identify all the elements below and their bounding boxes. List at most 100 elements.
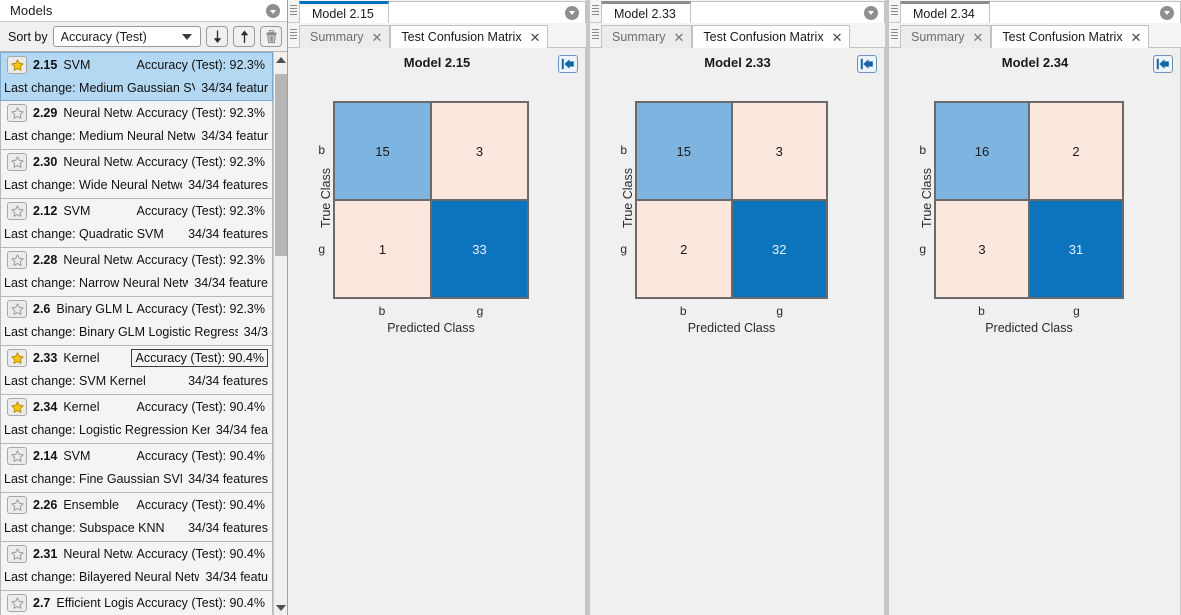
favorite-star-button[interactable] bbox=[7, 349, 27, 367]
model-accuracy: Accuracy (Test): 92.3% bbox=[136, 204, 265, 218]
document-tab[interactable]: Model 2.34 bbox=[900, 1, 990, 23]
confusion-cell: 31 bbox=[1029, 200, 1123, 298]
tab-summary[interactable]: Summary ✕ bbox=[299, 25, 391, 48]
models-list-scrollbar[interactable] bbox=[273, 52, 287, 615]
chevron-down-circle-icon[interactable] bbox=[864, 5, 878, 20]
delete-model-button[interactable] bbox=[260, 26, 282, 47]
model-type: Neural Netw... bbox=[63, 547, 133, 561]
confusion-cell: 1 bbox=[334, 200, 431, 298]
y-tick-label: g bbox=[620, 241, 627, 256]
star-icon bbox=[10, 548, 24, 560]
favorite-star-button[interactable] bbox=[7, 398, 27, 416]
y-tick-label: g bbox=[318, 241, 325, 256]
drag-grip-icon[interactable] bbox=[288, 22, 299, 47]
sort-ascending-button[interactable] bbox=[233, 26, 255, 47]
model-type: SVM bbox=[63, 204, 91, 218]
model-feature-count: 34/34 features bbox=[188, 227, 268, 241]
chevron-down-circle-icon[interactable] bbox=[1160, 5, 1174, 20]
star-icon bbox=[10, 205, 24, 217]
star-icon bbox=[10, 107, 24, 119]
model-feature-count: 34/3 bbox=[243, 325, 268, 339]
model-card[interactable]: 2.26 Ensemble Accuracy (Test): 90.4% Last c… bbox=[0, 493, 273, 542]
favorite-star-button[interactable] bbox=[7, 56, 27, 74]
model-card[interactable]: 2.34 Kernel Accuracy (Test): 90.4% Last cha… bbox=[0, 395, 273, 444]
close-icon[interactable]: ✕ bbox=[830, 31, 845, 44]
model-card[interactable]: 2.31 Neural Netw...Accuracy (Test): 90.4%… bbox=[0, 542, 273, 591]
favorite-star-button[interactable] bbox=[7, 202, 27, 220]
drag-grip-icon[interactable] bbox=[590, 0, 601, 22]
sort-descending-button[interactable] bbox=[206, 26, 228, 47]
model-feature-count: 34/34 features bbox=[188, 178, 268, 192]
tab-test-confusion-matrix[interactable]: Test Confusion Matrix ✕ bbox=[390, 25, 549, 48]
tab-test-confusion-matrix[interactable]: Test Confusion Matrix ✕ bbox=[692, 25, 851, 48]
drag-grip-icon[interactable] bbox=[590, 22, 601, 47]
tab-test-confusion-matrix[interactable]: Test Confusion Matrix ✕ bbox=[991, 25, 1150, 48]
favorite-star-button[interactable] bbox=[7, 594, 27, 612]
confusion-cell: 32 bbox=[731, 200, 827, 298]
model-number: 2.29 bbox=[33, 106, 58, 120]
model-card-header: 2.26 Ensemble Accuracy (Test): 90.4% bbox=[1, 493, 272, 517]
scroll-down-button[interactable] bbox=[274, 600, 287, 615]
model-card[interactable]: 2.6 Binary GLM L...Accuracy (Test): 92.3%… bbox=[0, 297, 273, 346]
model-card[interactable]: 2.29 Neural Netw...Accuracy (Test): 92.3%… bbox=[0, 101, 273, 150]
drag-grip-icon[interactable] bbox=[889, 22, 900, 47]
model-card[interactable]: 2.14 SVM Accuracy (Test): 90.4% Last change… bbox=[0, 444, 273, 493]
document-tab[interactable]: Model 2.33 bbox=[601, 1, 691, 23]
document-tab[interactable]: Model 2.15 bbox=[299, 1, 389, 23]
chevron-down-circle-icon[interactable] bbox=[565, 5, 579, 20]
model-last-change: Last change: Medium Neural Network bbox=[4, 129, 196, 143]
close-icon[interactable]: ✕ bbox=[671, 31, 686, 44]
y-axis-label: True Class bbox=[621, 168, 635, 228]
models-panel-title: Models bbox=[10, 3, 53, 18]
models-panel: Models Sort by Accuracy (Test) 2.15 SVM … bbox=[0, 0, 288, 615]
favorite-star-button[interactable] bbox=[7, 545, 27, 563]
favorite-star-button[interactable] bbox=[7, 447, 27, 465]
model-card[interactable]: 2.30 Neural Netw...Accuracy (Test): 92.3%… bbox=[0, 150, 273, 199]
close-icon[interactable]: ✕ bbox=[528, 31, 543, 44]
model-number: 2.28 bbox=[33, 253, 58, 267]
model-card-subline: Last change: Binary GLM Logistic Regress… bbox=[1, 321, 272, 343]
chevron-down-circle-icon bbox=[266, 4, 280, 18]
favorite-star-button[interactable] bbox=[7, 104, 27, 122]
chevron-down-icon bbox=[182, 33, 192, 40]
model-feature-count: 34/34 features bbox=[188, 374, 268, 388]
model-type: Neural Netw... bbox=[63, 253, 133, 267]
model-type: Kernel bbox=[63, 351, 100, 365]
scrollbar-thumb[interactable] bbox=[275, 74, 287, 256]
drag-grip-icon[interactable] bbox=[889, 0, 900, 22]
models-sort-toolbar: Sort by Accuracy (Test) bbox=[0, 22, 287, 52]
scroll-down-arrow-icon bbox=[276, 604, 286, 611]
scroll-up-button[interactable] bbox=[274, 52, 287, 67]
model-card[interactable]: 2.33 Kernel Accuracy (Test): 90.4% Last cha… bbox=[0, 346, 273, 395]
close-icon[interactable]: ✕ bbox=[1129, 31, 1144, 44]
favorite-star-button[interactable] bbox=[7, 496, 27, 514]
favorite-star-button[interactable] bbox=[7, 153, 27, 171]
confusion-cell: 3 bbox=[935, 200, 1029, 298]
model-type: Efficient Logis... bbox=[56, 596, 134, 610]
view-tab-bar: Summary ✕ Test Confusion Matrix ✕ bbox=[889, 23, 1181, 48]
model-card[interactable]: 2.7 Efficient Logis...Accuracy (Test): 90… bbox=[0, 591, 273, 615]
document-tab-group: Model 2.33 Summary ✕ Test Confusion Matrix ✕… bbox=[590, 0, 885, 615]
drag-grip-icon[interactable] bbox=[288, 0, 299, 22]
tab-summary[interactable]: Summary ✕ bbox=[900, 25, 992, 48]
model-card[interactable]: 2.12 SVM Accuracy (Test): 92.3% Last change… bbox=[0, 199, 273, 248]
model-accuracy: Accuracy (Test): 92.3% bbox=[136, 253, 265, 267]
tab-summary[interactable]: Summary ✕ bbox=[601, 25, 693, 48]
model-accuracy: Accuracy (Test): 92.3% bbox=[136, 302, 265, 316]
y-axis-label: True Class bbox=[319, 168, 333, 228]
models-panel-menu-button[interactable] bbox=[265, 3, 281, 19]
models-list[interactable]: 2.15 SVM Accuracy (Test): 92.3% Last change… bbox=[0, 52, 273, 615]
confusion-cell: 3 bbox=[431, 102, 528, 200]
close-icon[interactable]: ✕ bbox=[970, 31, 985, 44]
model-card[interactable]: 2.15 SVM Accuracy (Test): 92.3% Last change… bbox=[0, 52, 273, 101]
sort-by-select[interactable]: Accuracy (Test) bbox=[52, 26, 201, 47]
model-last-change: Last change: Bilayered Neural Network bbox=[4, 570, 200, 584]
favorite-star-button[interactable] bbox=[7, 251, 27, 269]
model-number: 2.31 bbox=[33, 547, 58, 561]
models-panel-title-bar: Models bbox=[0, 0, 287, 22]
close-icon[interactable]: ✕ bbox=[369, 31, 384, 44]
model-number: 2.14 bbox=[33, 449, 58, 463]
chart-title: Model 2.33 bbox=[704, 55, 771, 70]
favorite-star-button[interactable] bbox=[7, 300, 27, 318]
model-card[interactable]: 2.28 Neural Netw...Accuracy (Test): 92.3%… bbox=[0, 248, 273, 297]
